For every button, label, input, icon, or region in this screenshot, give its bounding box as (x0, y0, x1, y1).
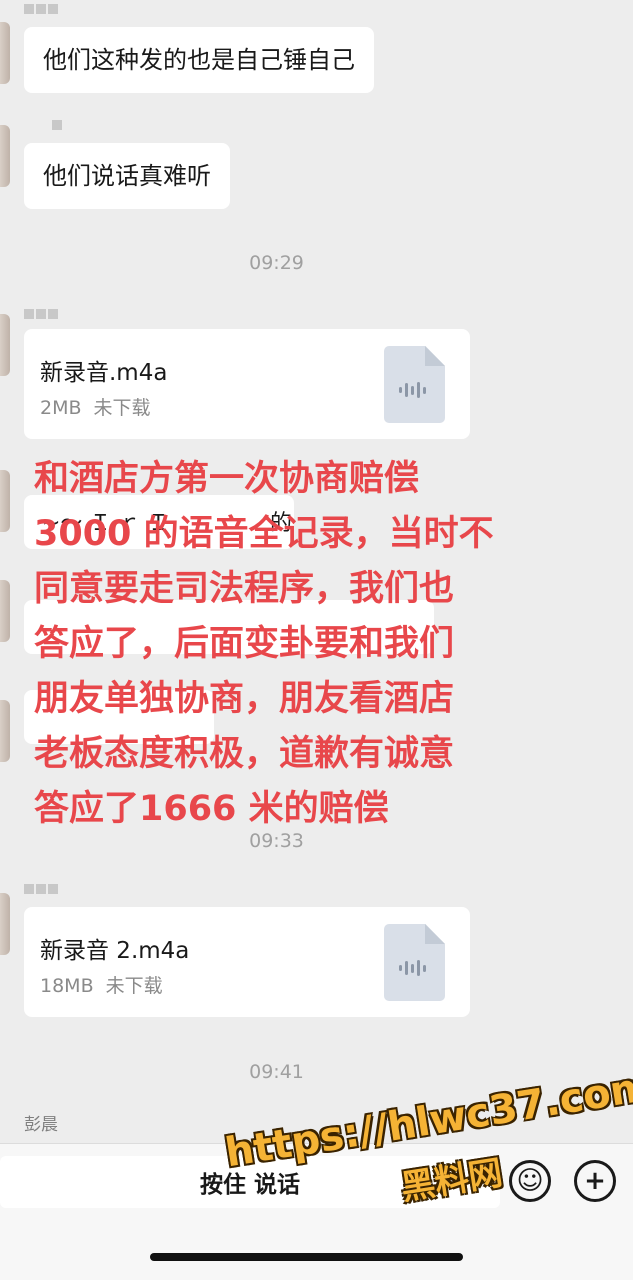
sender-name: 彭晨 (24, 1115, 58, 1135)
overlay-line: 和酒店方第一次协商赔偿 (34, 459, 420, 499)
sender-name-pixelated (24, 4, 58, 14)
home-indicator (150, 1253, 463, 1261)
overlay-line: 老板态度积极，道歉有诚意 (34, 734, 455, 774)
avatar[interactable] (0, 22, 10, 84)
file-message[interactable]: 新录音 2.m4a 18MB 未下载 (24, 907, 470, 1017)
waveform-icon (399, 959, 426, 977)
sender-name-pixelated (52, 120, 62, 130)
file-name: 新录音 2.m4a (40, 938, 190, 964)
file-status: 未下载 (105, 975, 163, 997)
avatar[interactable] (0, 470, 10, 532)
avatar[interactable] (0, 893, 10, 955)
avatar[interactable] (0, 125, 10, 187)
file-fold-icon (425, 924, 445, 944)
file-meta: 18MB 未下载 (40, 971, 163, 998)
waveform-icon (399, 381, 426, 399)
timestamp: 09:41 (249, 1061, 304, 1083)
file-status: 未下载 (93, 397, 151, 419)
file-fold-icon (425, 346, 445, 366)
overlay-line: 答应了，后面变卦要和我们 (34, 624, 455, 664)
avatar[interactable] (0, 700, 10, 762)
sender-name-pixelated (24, 309, 58, 319)
overlay-line: 3000 的语音全记录，当时不 (34, 514, 494, 554)
timestamp: 09:33 (249, 830, 304, 852)
sender-name-pixelated (24, 884, 58, 894)
overlay-line: 答应了1666 米的赔偿 (34, 789, 389, 829)
overlay-annotation: 和酒店方第一次协商赔偿 3000 的语音全记录，当时不 同意要走司法程序，我们也… (34, 452, 624, 837)
file-meta: 2MB 未下载 (40, 393, 151, 420)
file-name: 新录音.m4a (40, 360, 168, 386)
file-size: 18MB (40, 975, 94, 997)
file-message[interactable]: 新录音.m4a 2MB 未下载 (24, 329, 470, 439)
watermark-name: 黑料网 (398, 1152, 506, 1209)
overlay-line: 朋友单独协商，朋友看酒店 (34, 679, 455, 719)
message-bubble[interactable]: 他们这种发的也是自己锤自己 (24, 27, 374, 93)
avatar[interactable] (0, 314, 10, 376)
message-bubble[interactable]: 他们说话真难听 (24, 143, 230, 209)
avatar[interactable] (0, 580, 10, 642)
file-size: 2MB (40, 397, 82, 419)
message-text: 他们这种发的也是自己锤自己 (43, 46, 355, 74)
message-text: 他们说话真难听 (43, 162, 211, 190)
overlay-line: 同意要走司法程序，我们也 (34, 569, 455, 609)
timestamp: 09:29 (249, 252, 304, 274)
